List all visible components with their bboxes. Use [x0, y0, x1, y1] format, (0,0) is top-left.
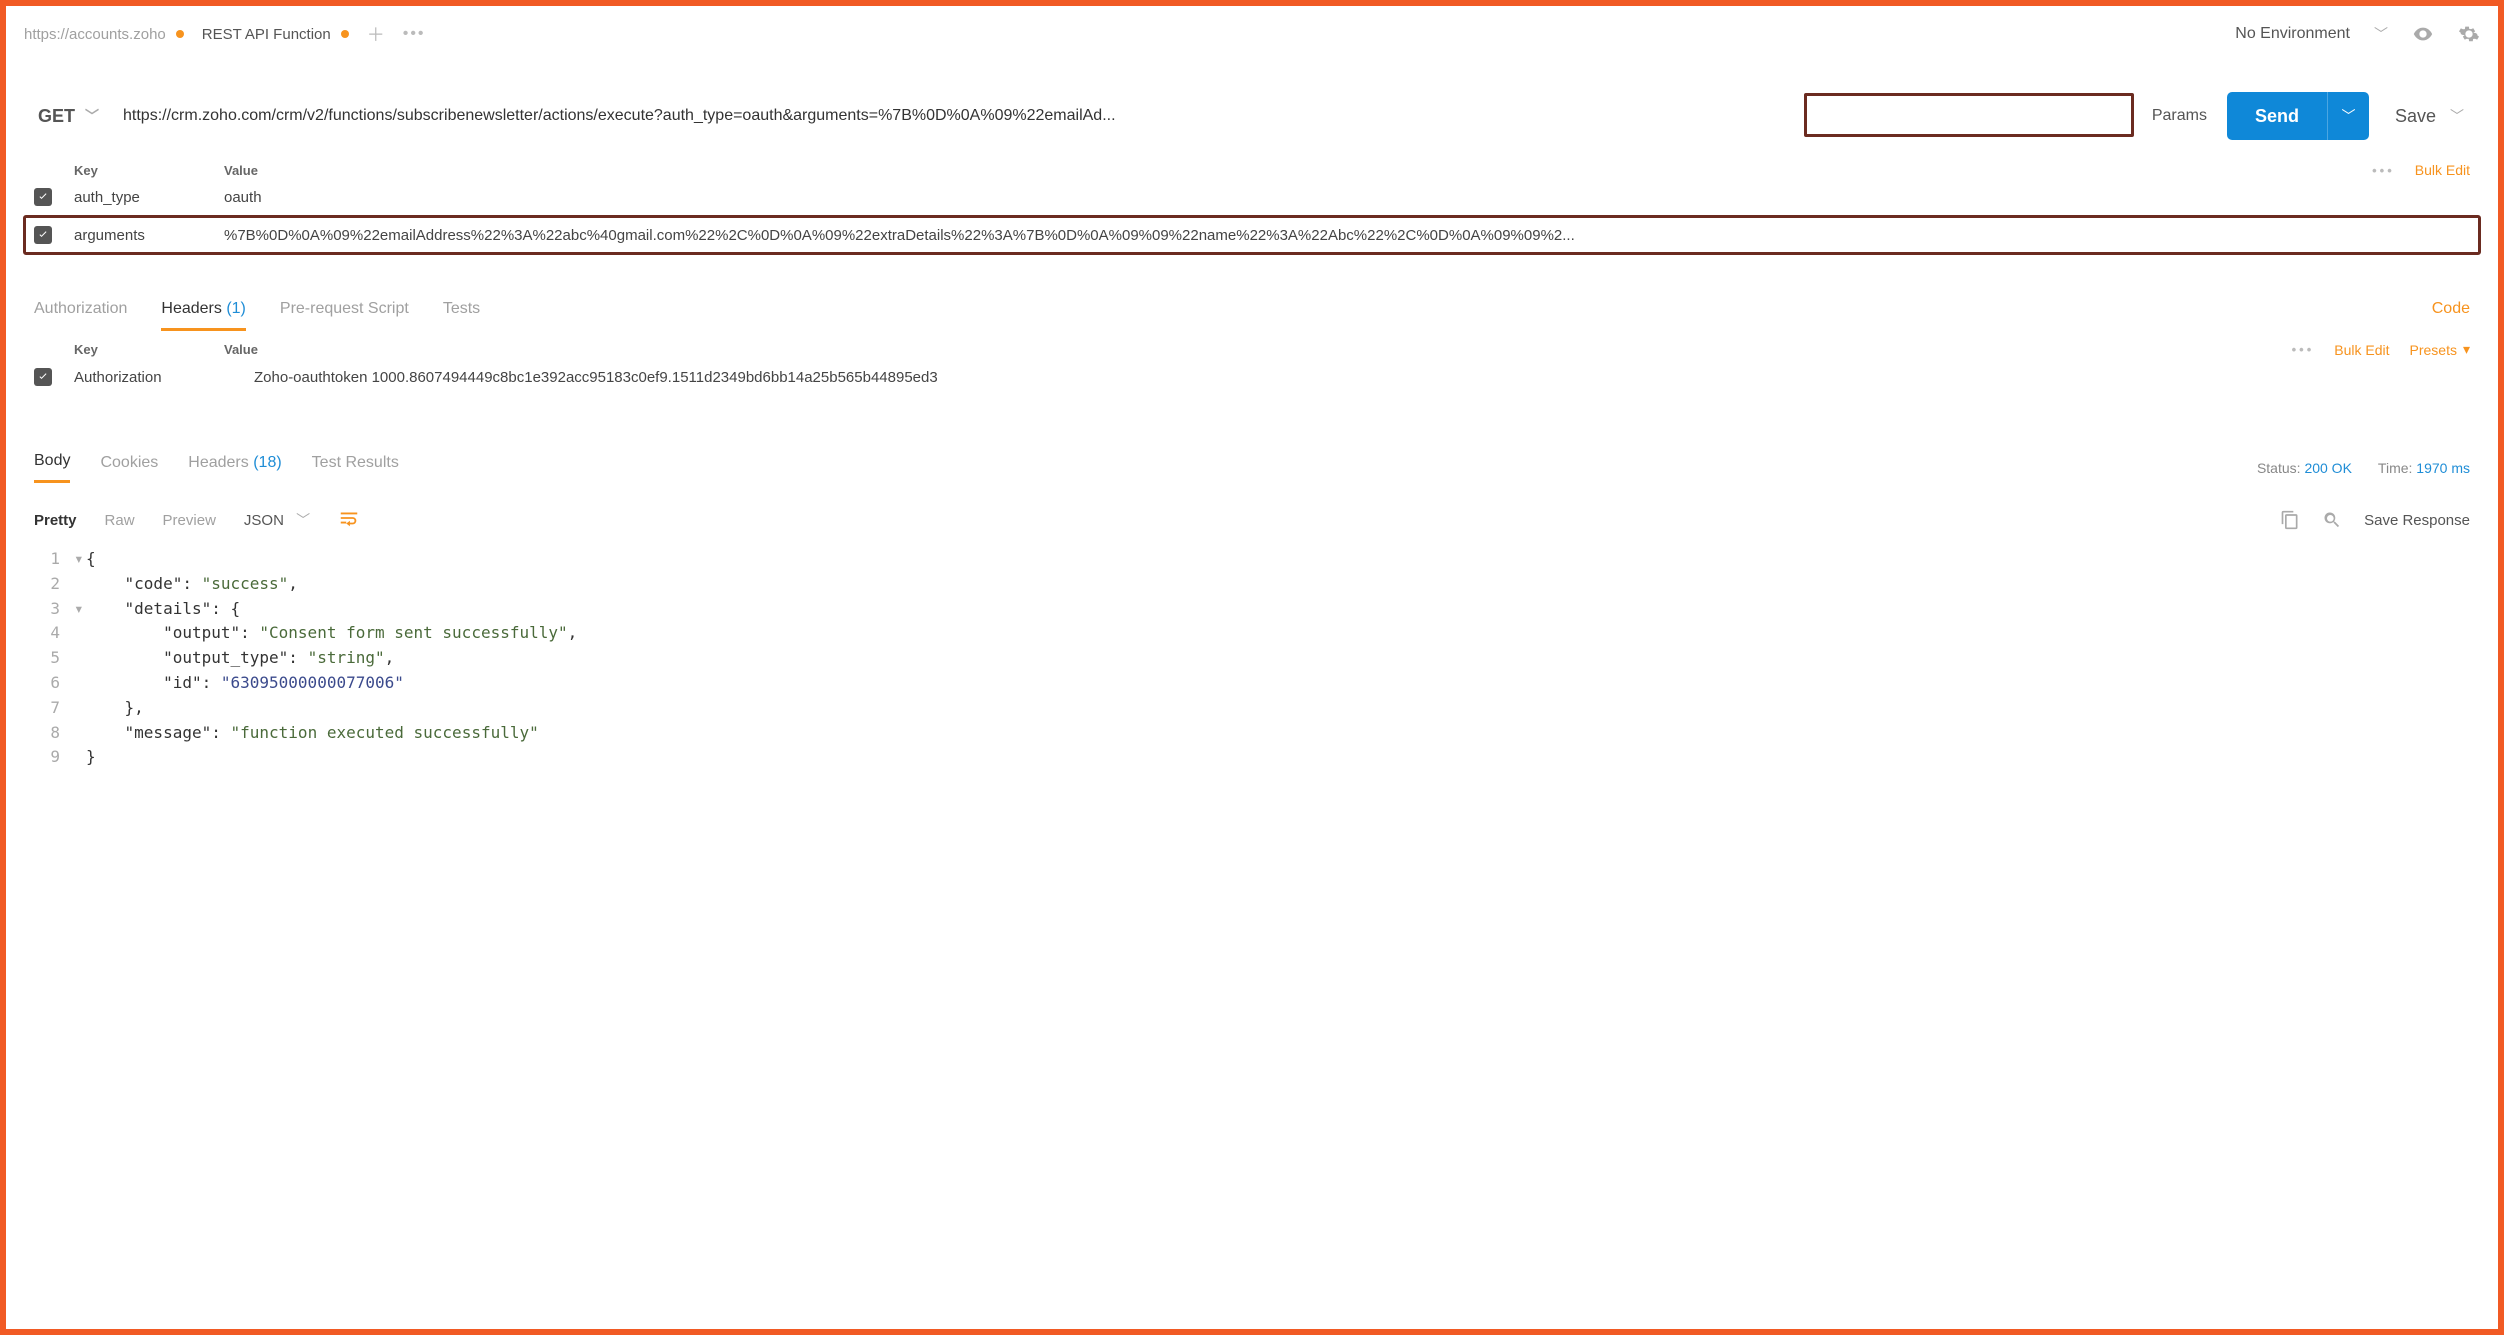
- code-link[interactable]: Code: [2432, 300, 2470, 317]
- http-method-label: GET: [38, 106, 75, 127]
- tab-tests[interactable]: Tests: [443, 300, 480, 331]
- params-bulk-edit[interactable]: Bulk Edit: [2415, 162, 2470, 178]
- send-dropdown-button[interactable]: ﹀: [2327, 92, 2369, 140]
- param-value[interactable]: oauth: [224, 189, 2470, 206]
- save-response-button[interactable]: Save Response: [2364, 512, 2470, 529]
- headers-presets[interactable]: Presets ▾: [2410, 341, 2471, 358]
- params-col-value: Value: [224, 163, 2372, 178]
- response-tab-headers[interactable]: Headers (18): [188, 454, 281, 482]
- new-tab-button[interactable]: ＋: [367, 21, 385, 47]
- headers-bulk-edit[interactable]: Bulk Edit: [2334, 342, 2389, 358]
- save-button[interactable]: Save ﹀: [2389, 106, 2470, 127]
- param-checkbox[interactable]: [34, 188, 52, 206]
- param-row: auth_type oauth: [24, 178, 2480, 216]
- tab-prerequest-script[interactable]: Pre-request Script: [280, 300, 409, 331]
- save-label: Save: [2395, 106, 2436, 127]
- params-toggle[interactable]: Params: [2152, 107, 2207, 125]
- header-row: Authorization Zoho-oauthtoken 1000.86074…: [24, 358, 2480, 396]
- response-time: Time: 1970 ms: [2378, 460, 2470, 476]
- tab-headers[interactable]: Headers (1): [161, 300, 246, 331]
- tab-modified-dot: [341, 30, 349, 38]
- param-row: arguments %7B%0D%0A%09%22emailAddress%22…: [24, 216, 2480, 254]
- tab-accounts-zoho[interactable]: https://accounts.zoho: [24, 26, 184, 43]
- url-input[interactable]: [123, 99, 2132, 133]
- tab-label: REST API Function: [202, 26, 331, 43]
- environment-selector[interactable]: No Environment: [2235, 25, 2350, 43]
- http-method-selector[interactable]: GET ﹀: [34, 98, 103, 135]
- headers-col-value: Value: [224, 342, 2292, 357]
- header-key[interactable]: Authorization: [74, 369, 254, 386]
- response-status: Status: 200 OK: [2257, 460, 2352, 476]
- chevron-down-icon: ﹀: [296, 512, 310, 528]
- chevron-down-icon: ﹀: [85, 106, 99, 126]
- caret-down-icon: ▾: [2463, 341, 2470, 358]
- body-mode-preview[interactable]: Preview: [163, 512, 216, 529]
- tab-menu-button[interactable]: •••: [403, 25, 426, 43]
- param-checkbox[interactable]: [34, 226, 52, 244]
- copy-icon[interactable]: [2280, 510, 2300, 530]
- send-button[interactable]: Send: [2227, 92, 2327, 140]
- environment-quicklook-icon[interactable]: [2412, 23, 2434, 45]
- tab-modified-dot: [176, 30, 184, 38]
- chevron-down-icon: ﹀: [2450, 106, 2464, 126]
- header-value[interactable]: Zoho-oauthtoken 1000.8607494449c8bc1e392…: [254, 369, 2470, 386]
- response-tab-body[interactable]: Body: [34, 452, 70, 483]
- response-body: 1▾{2 "code": "success",3▾ "details": {4 …: [24, 547, 2480, 770]
- params-more-button[interactable]: •••: [2372, 163, 2395, 178]
- body-format-selector[interactable]: JSON ﹀: [244, 510, 310, 530]
- headers-col-key: Key: [74, 342, 224, 357]
- tab-authorization[interactable]: Authorization: [34, 300, 127, 331]
- param-key[interactable]: arguments: [74, 227, 224, 244]
- params-col-key: Key: [74, 163, 224, 178]
- param-value[interactable]: %7B%0D%0A%09%22emailAddress%22%3A%22abc%…: [224, 227, 2470, 244]
- settings-icon[interactable]: [2458, 23, 2480, 45]
- tab-rest-api-function[interactable]: REST API Function: [202, 26, 349, 43]
- headers-more-button[interactable]: •••: [2292, 342, 2315, 357]
- header-checkbox[interactable]: [34, 368, 52, 386]
- body-mode-raw[interactable]: Raw: [105, 512, 135, 529]
- tab-label: https://accounts.zoho: [24, 26, 166, 43]
- wrap-lines-icon[interactable]: [338, 507, 360, 533]
- body-mode-pretty[interactable]: Pretty: [34, 512, 77, 529]
- param-key[interactable]: auth_type: [74, 189, 224, 206]
- chevron-down-icon[interactable]: ﹀: [2374, 24, 2388, 44]
- search-icon[interactable]: [2322, 510, 2342, 530]
- response-tab-test-results[interactable]: Test Results: [312, 454, 399, 482]
- response-tab-cookies[interactable]: Cookies: [100, 454, 158, 482]
